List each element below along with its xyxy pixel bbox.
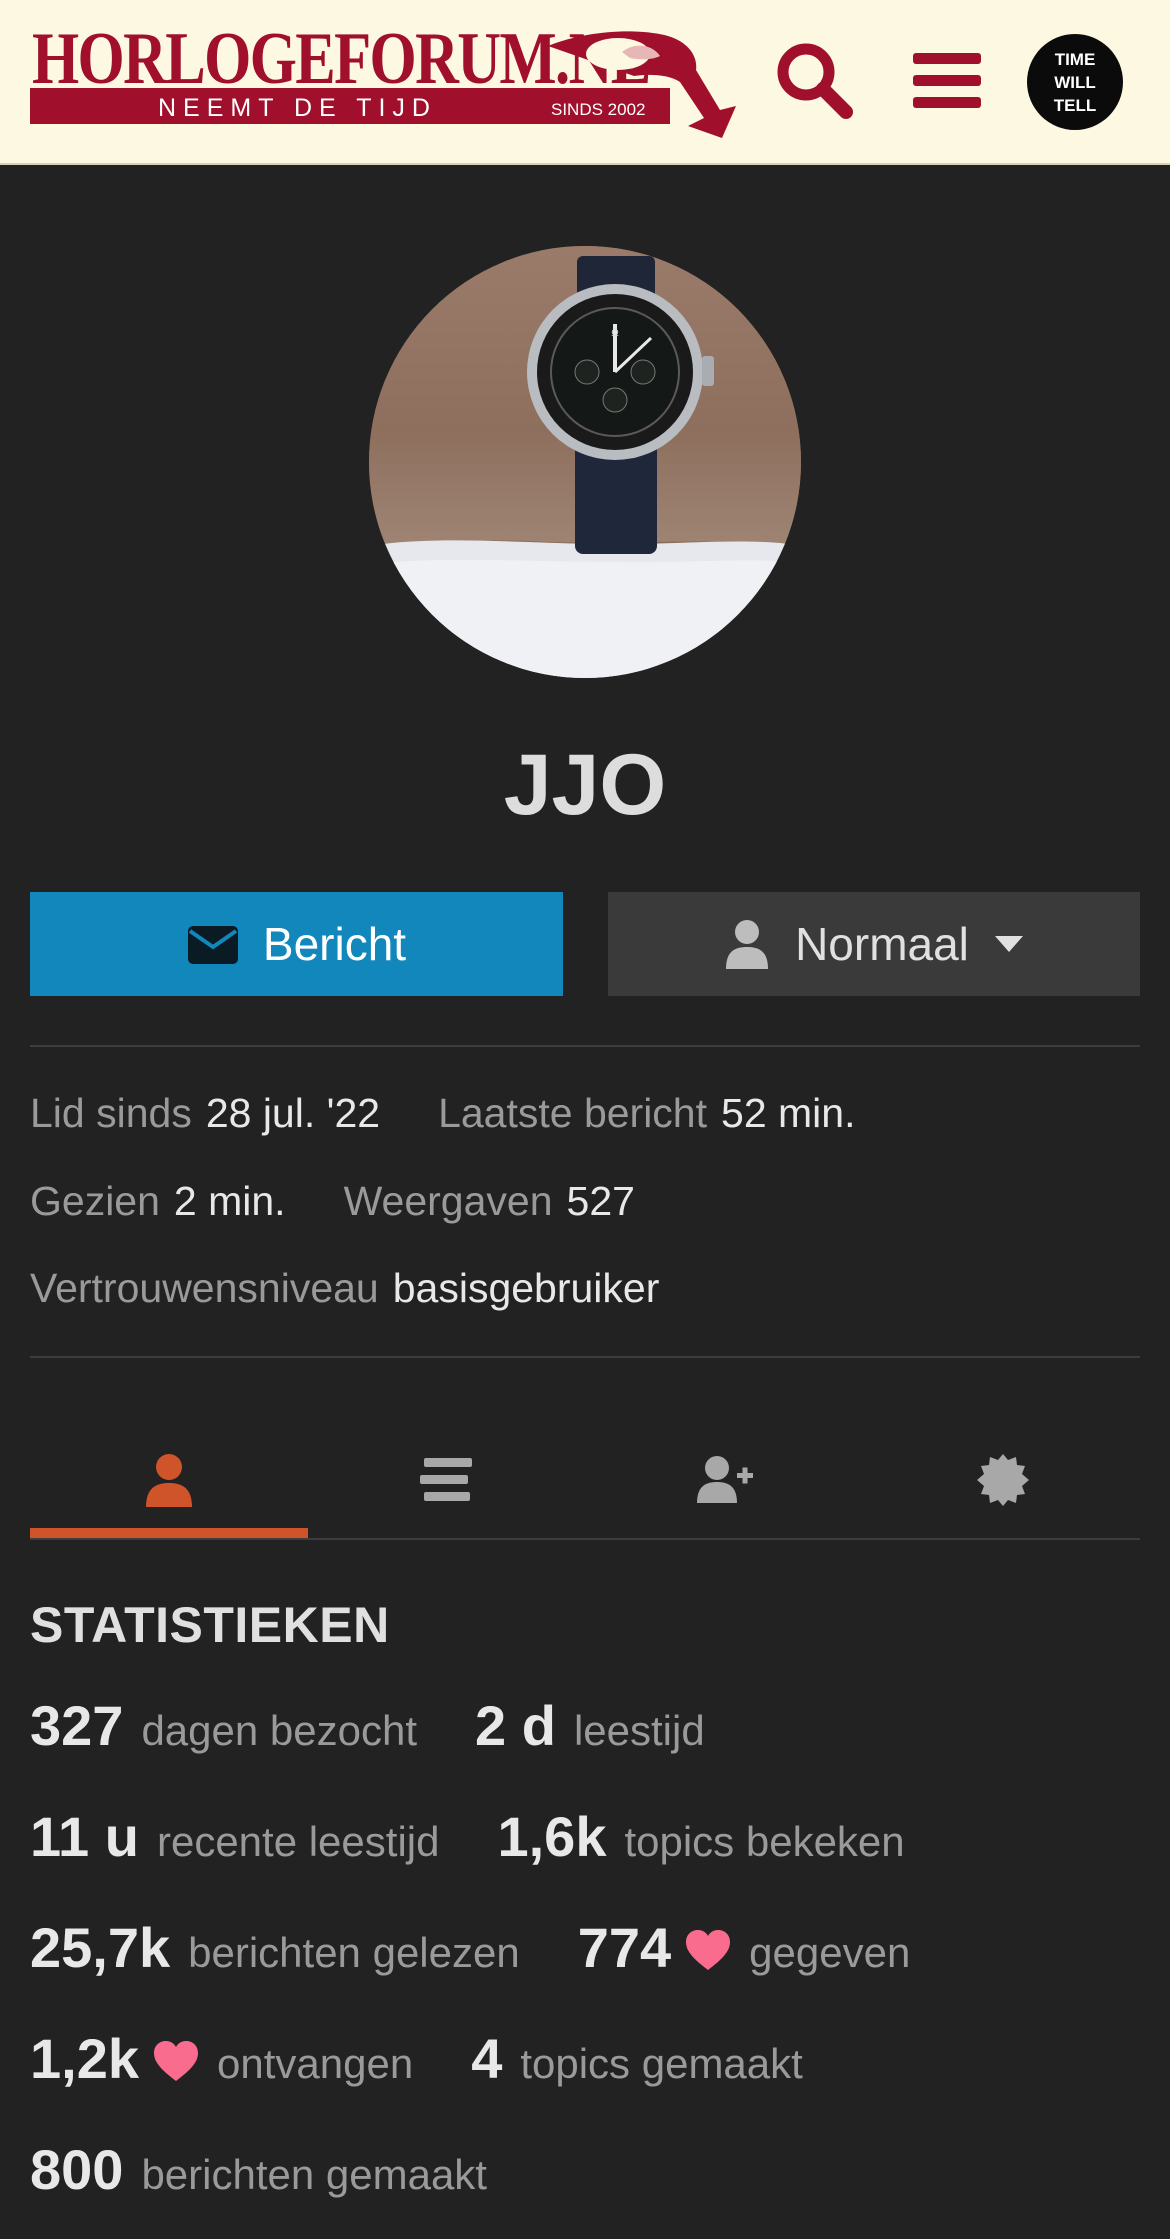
seen-value: 2 min. [173, 1178, 286, 1224]
message-button-label: Bericht [262, 918, 407, 970]
menu-button[interactable] [902, 36, 992, 126]
profile-avatar[interactable]: Ω [369, 246, 801, 678]
badge-icon [977, 1454, 1029, 1506]
posts-created-label: berichten gemaakt [141, 2151, 487, 2198]
search-icon [777, 43, 853, 119]
posts-created-value: 800 [30, 2138, 124, 2201]
message-button[interactable]: Bericht [30, 892, 563, 996]
posts-read-value: 25,7k [30, 1916, 171, 1979]
likes-received-label: ontvangen [217, 2040, 414, 2087]
heart-icon [153, 2040, 199, 2086]
user-menu-badge[interactable]: TIME WILL TELL [1027, 34, 1123, 130]
topics-viewed-label: topics bekeken [624, 1818, 905, 1865]
read-time-label: leestijd [573, 1707, 705, 1754]
svg-text:Ω: Ω [611, 328, 619, 339]
search-button[interactable] [770, 36, 860, 126]
logo-tagline: NEEMT DE TIJD [158, 94, 437, 122]
tab-invites[interactable] [586, 1420, 864, 1540]
trust-level-value[interactable]: basisgebruiker [393, 1265, 660, 1311]
envelope-icon [187, 926, 238, 964]
site-header: HORLOGEFORUM.NL NEEMT DE TIJD SINDS 2002… [0, 0, 1170, 165]
topics-viewed-value: 1,6k [497, 1805, 607, 1868]
tab-activity[interactable] [308, 1420, 586, 1540]
divider [30, 1356, 1140, 1358]
stats-row: 11 u recente leestijd 1,6k topics bekeke… [30, 1809, 905, 1865]
read-time-value: 2 d [475, 1694, 556, 1757]
views-label: Weergaven [343, 1178, 553, 1224]
badge-line: TIME [1054, 49, 1096, 69]
trust-level-label: Vertrouwensniveau [30, 1265, 379, 1311]
likes-received-value: 1,2k [30, 2027, 139, 2090]
days-visited-label: dagen bezocht [141, 1707, 418, 1754]
last-post-value[interactable]: 52 min. [721, 1090, 855, 1136]
member-since-value: 28 jul. '22 [205, 1090, 381, 1136]
stats-row: 1,2k ontvangen 4 topics gemaakt [30, 2031, 803, 2087]
notification-level-label: Normaal [795, 918, 969, 970]
stats-row: 800 berichten gemaakt [30, 2142, 487, 2198]
active-tab-indicator [30, 1528, 308, 1538]
tab-summary[interactable] [30, 1420, 308, 1540]
days-visited-value: 327 [30, 1694, 124, 1757]
logo-swoosh-icon [548, 31, 736, 139]
chevron-down-icon [994, 936, 1023, 952]
user-icon [146, 1454, 192, 1507]
likes-given-value: 774 [577, 1916, 672, 1979]
heart-icon [685, 1929, 731, 1975]
meta-row: Lid sinds 28 jul. '22 Laatste bericht 52 mi… [30, 1093, 855, 1134]
badge-line: TELL [1053, 95, 1097, 115]
stats-title: STATISTIEKEN [30, 1597, 390, 1653]
user-avatar-watch-photo: Ω [369, 246, 801, 678]
profile-username: JJO [503, 737, 667, 833]
likes-given-label: gegeven [749, 1929, 911, 1976]
recent-read-time-label: recente leestijd [156, 1818, 440, 1865]
views-value: 527 [566, 1178, 635, 1224]
recent-read-time-value: 11 u [30, 1805, 139, 1868]
user-plus-icon [697, 1456, 753, 1503]
site-logo[interactable]: HORLOGEFORUM.NL NEEMT DE TIJD SINDS 2002 [28, 20, 736, 140]
hamburger-icon [913, 53, 981, 108]
member-since-label: Lid sinds [30, 1090, 192, 1136]
divider [30, 1045, 1140, 1047]
meta-row: Vertrouwensniveau basisgebruiker [30, 1268, 659, 1309]
meta-row: Gezien 2 min. Weergaven 527 [30, 1181, 635, 1222]
posts-read-label: berichten gelezen [188, 1929, 520, 1976]
list-icon [420, 1458, 472, 1501]
seen-label: Gezien [30, 1178, 160, 1224]
last-post-label: Laatste bericht [438, 1090, 708, 1136]
stats-row: 327 dagen bezocht 2 d leestijd [30, 1698, 705, 1754]
tabs-divider [30, 1538, 1140, 1540]
tab-badges[interactable] [864, 1420, 1142, 1540]
stats-row: 25,7k berichten gelezen 774 gegeven [30, 1920, 910, 1976]
notification-level-dropdown[interactable]: Normaal [608, 892, 1140, 996]
topics-created-label: topics gemaakt [520, 2040, 803, 2087]
user-icon [726, 920, 769, 969]
badge-line: WILL [1054, 72, 1096, 92]
topics-created-value: 4 [471, 2027, 503, 2090]
